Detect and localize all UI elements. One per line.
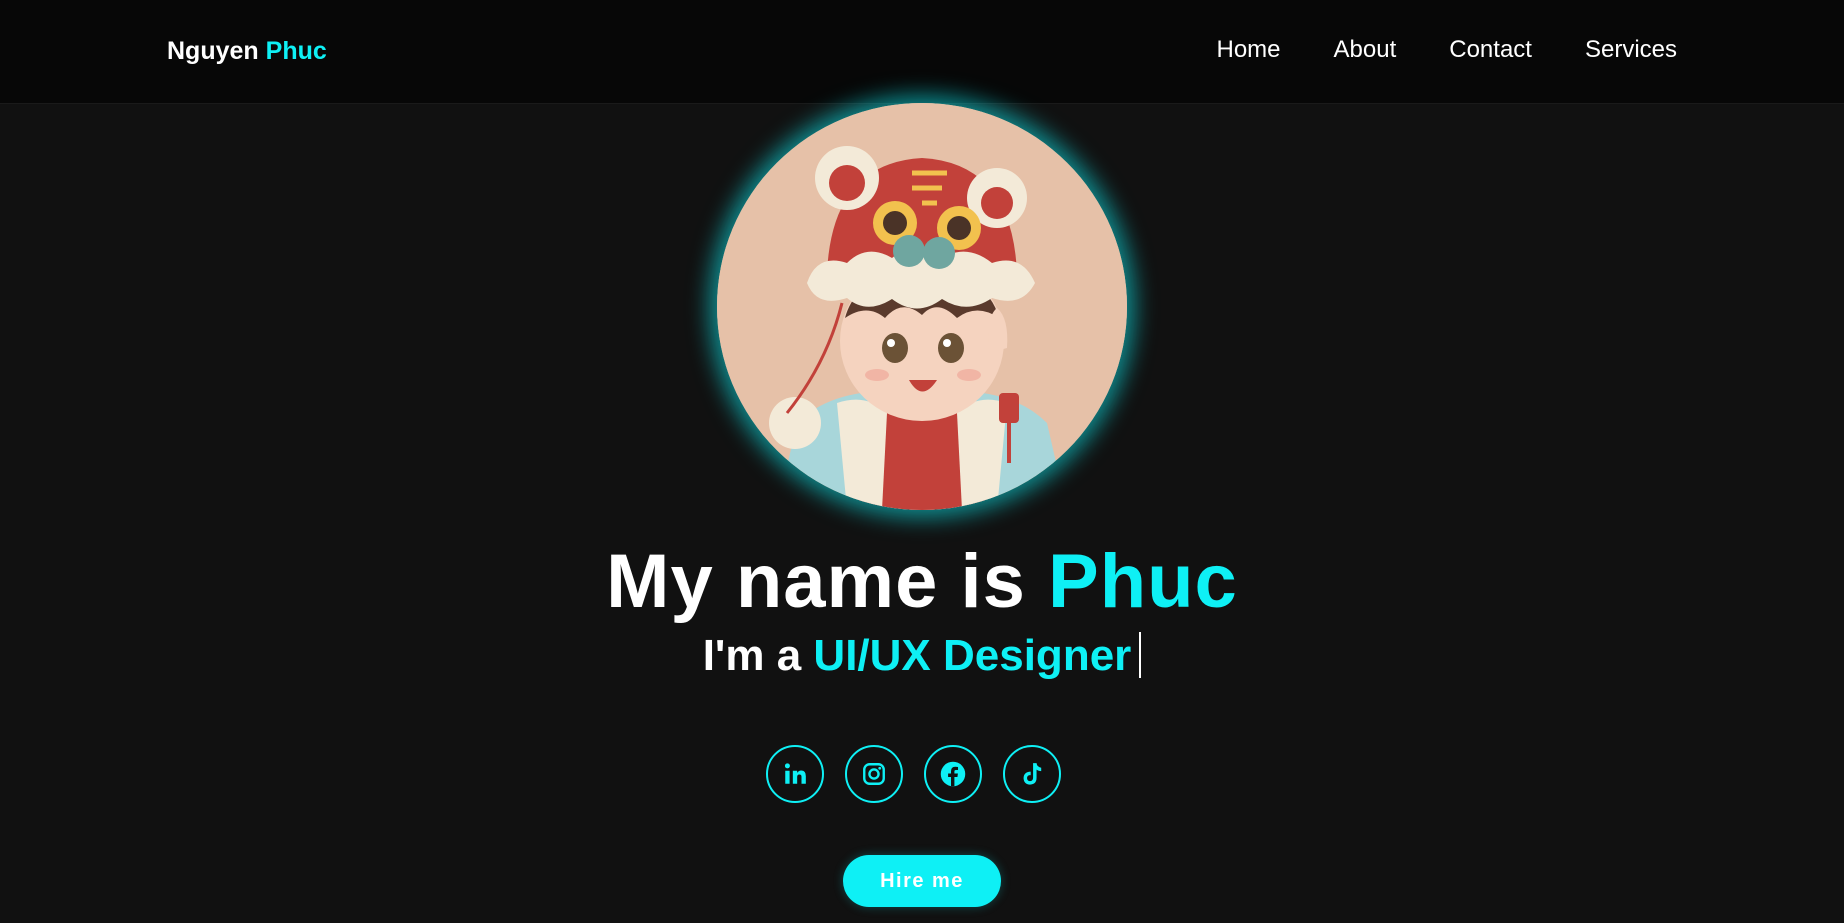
hero-subtitle-role: UI/UX Designer [813,631,1132,680]
facebook-link[interactable] [924,745,982,803]
logo-first-name: Nguyen [167,37,259,65]
typing-caret [1139,632,1142,678]
instagram-icon [863,763,885,785]
profile-avatar [717,103,1127,510]
social-links [766,745,1061,803]
tiktok-icon [1023,763,1042,785]
facebook-icon [940,761,966,787]
hero-title: My name is Phuc [0,537,1844,627]
main-nav: Home About Contact Services [1217,36,1678,64]
logo-last-name: Phuc [265,37,327,65]
hero-title-prefix: My name is [606,539,1049,624]
hire-me-button[interactable]: Hire me [843,855,1001,907]
page: Nguyen Phuc Home About Contact Services [0,0,1844,923]
tiktok-link[interactable] [1003,745,1061,803]
hero-title-name: Phuc [1048,539,1238,624]
linkedin-link[interactable] [766,745,824,803]
nav-home[interactable]: Home [1217,36,1281,64]
site-header: Nguyen Phuc Home About Contact Services [0,0,1844,104]
hero-subtitle: I'm a UI/UX Designer [0,628,1844,684]
hero-subtitle-prefix: I'm a [702,631,814,680]
instagram-link[interactable] [845,745,903,803]
avatar-illustration [717,103,1127,510]
nav-services[interactable]: Services [1585,36,1677,64]
site-logo[interactable]: Nguyen Phuc [167,36,327,66]
nav-contact[interactable]: Contact [1449,36,1532,64]
linkedin-icon [784,763,806,784]
nav-about[interactable]: About [1334,36,1397,64]
